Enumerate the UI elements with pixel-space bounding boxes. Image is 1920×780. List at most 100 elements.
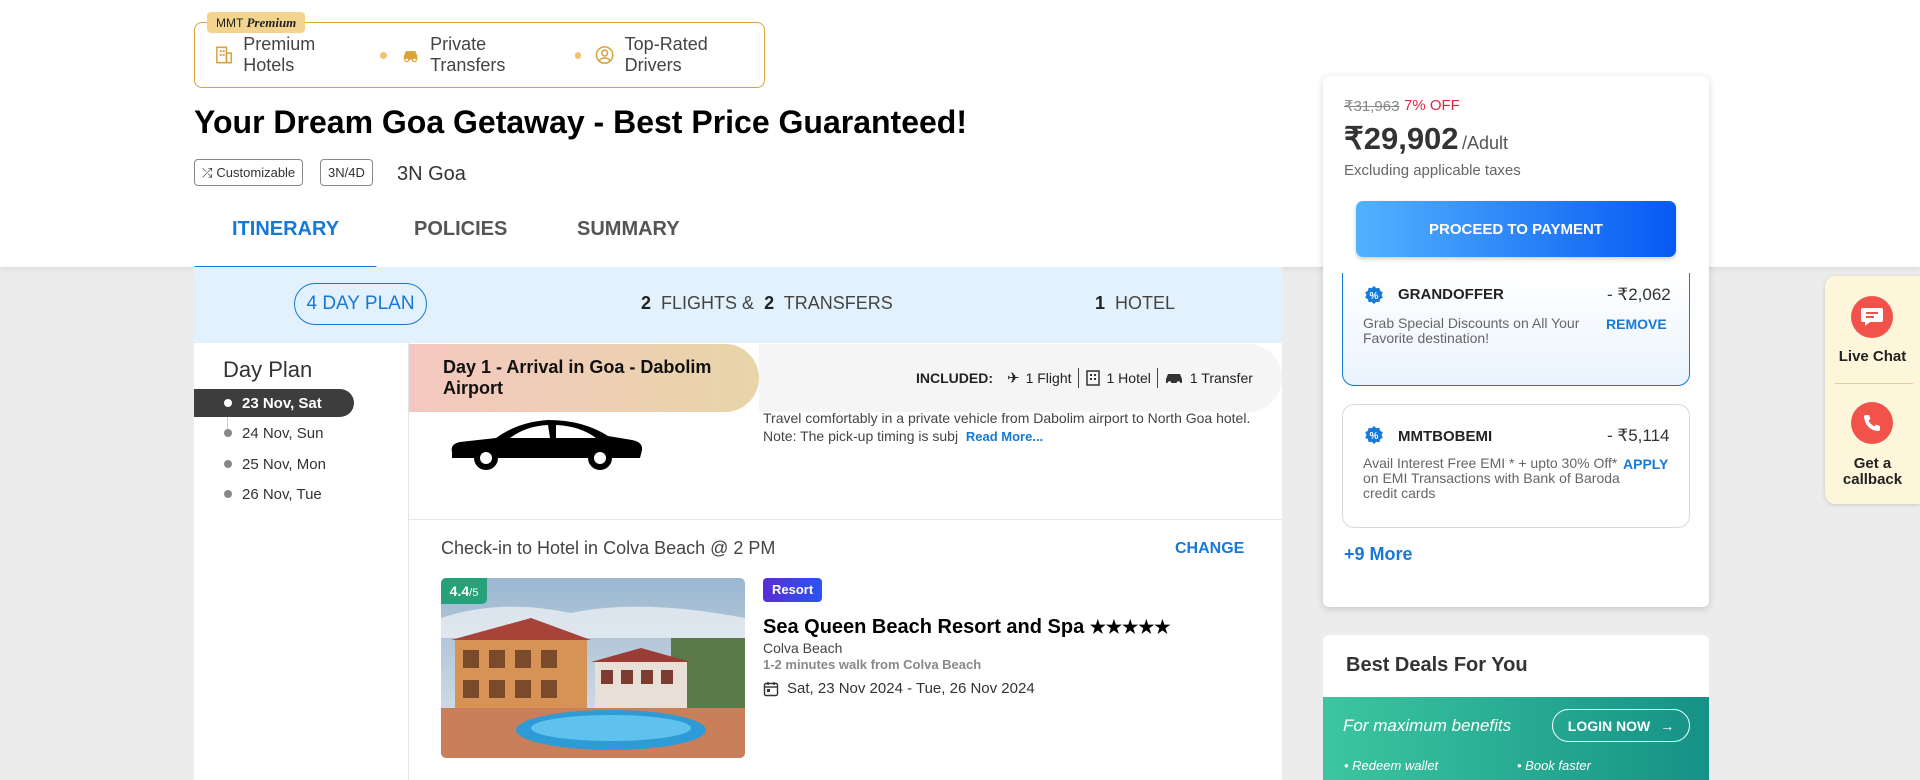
separator-dot — [380, 51, 387, 59]
tag-italic: Premium — [246, 15, 297, 30]
day-dot-active — [224, 399, 232, 407]
change-hotel-button[interactable]: CHANGE — [1175, 540, 1244, 558]
tab-itinerary[interactable]: ITINERARY — [232, 218, 339, 272]
more-coupons-link[interactable]: +9 More — [1344, 544, 1413, 565]
included-hotel: 1 Hotel — [1106, 370, 1151, 386]
tab-summary[interactable]: SUMMARY — [577, 218, 680, 272]
svg-text:%: % — [1370, 291, 1379, 302]
deals-text: For maximum benefits — [1343, 716, 1512, 735]
package-title: Your Dream Goa Getaway - Best Price Guar… — [194, 104, 967, 140]
included-summary: INCLUDED: ✈ 1 Flight 1 Hotel 1 Transfer — [916, 368, 1253, 388]
included-flight: 1 Flight — [1025, 370, 1072, 386]
hotel-name[interactable]: Sea Queen Beach Resort and Spa ★★★★★ — [763, 616, 1170, 639]
day-item-4[interactable]: 26 Nov, Tue — [194, 480, 354, 508]
resort-tag: Resort — [763, 578, 823, 602]
read-more-link[interactable]: Read More... — [966, 429, 1043, 444]
chip-label: 3N/4D — [328, 165, 365, 180]
final-price: ₹29,902 — [1344, 121, 1459, 156]
car-icon — [1165, 374, 1182, 385]
building-icon — [216, 46, 233, 64]
hotel-count: 1 — [1095, 293, 1106, 313]
live-chat-label[interactable]: Live Chat — [1825, 349, 1920, 365]
day-plan-label: DAY PLAN — [322, 293, 415, 314]
tab-label: ITINERARY — [232, 218, 340, 240]
dates-text: Sat, 23 Nov 2024 - Tue, 26 Nov 2024 — [787, 680, 1035, 697]
rating-suffix: /5 — [469, 587, 479, 599]
day-dot — [224, 490, 232, 498]
coupon-code: GRANDOFFER — [1398, 286, 1504, 303]
feature-label: Top-Rated Drivers — [624, 34, 708, 75]
divider — [1156, 368, 1158, 388]
divider — [1077, 368, 1079, 388]
destination-summary: 3N Goa — [397, 163, 466, 185]
hotel-photo[interactable] — [441, 578, 745, 758]
day-plan-pill[interactable]: 4 DAY PLAN — [294, 283, 427, 325]
coupon-description: Grab Special Discounts on All Your Favor… — [1363, 315, 1580, 346]
shuffle-icon: ⤮ — [202, 165, 213, 180]
callback-icon[interactable] — [1851, 402, 1893, 444]
flights-count: 2 — [641, 293, 652, 313]
hotel-icon — [1085, 370, 1100, 386]
hotel-summary[interactable]: 1 HOTEL — [1095, 293, 1175, 314]
flights-label: FLIGHTS & — [661, 293, 755, 313]
day-item-2[interactable]: 24 Nov, Sun — [194, 419, 354, 447]
feature-premium-hotels: Premium Hotels — [214, 34, 366, 76]
day-plan-title: Day Plan — [223, 357, 313, 382]
offer-badge-icon: % — [1365, 426, 1383, 444]
tax-note: Excluding applicable taxes — [1344, 162, 1521, 179]
customizable-chip: ⤮ Customizable — [194, 159, 304, 186]
login-now-button[interactable]: LOGIN NOW → — [1552, 709, 1690, 742]
day-count: 4 — [306, 293, 318, 314]
duration-chip: 3N/4D — [320, 159, 373, 186]
day-item-3[interactable]: 25 Nov, Mon — [194, 450, 354, 478]
tab-policies[interactable]: POLICIES — [414, 218, 507, 272]
mmt-premium-tag: MMT Premium — [207, 12, 306, 33]
tag-prefix: MMT — [216, 16, 244, 30]
coupon-description: Avail Interest Free EMI * + upto 30% Off… — [1363, 455, 1620, 501]
rating-value: 4.4 — [449, 583, 470, 599]
arrow-right-icon: → — [1660, 717, 1675, 734]
feature-label: Private Transfers — [430, 34, 506, 75]
feature-private-transfers: Private Transfers — [401, 34, 561, 76]
chat-bubble-icon — [1861, 308, 1883, 326]
day-label: 24 Nov, Sun — [242, 424, 324, 442]
deal-bullet: • Book faster — [1517, 758, 1591, 773]
hotel-rating-badge: 4.4/5 — [441, 578, 487, 604]
transfers-label: TRANSFERS — [783, 293, 893, 313]
remove-coupon-button[interactable]: REMOVE — [1606, 316, 1667, 332]
included-transfer: 1 Transfer — [1189, 370, 1253, 386]
get-callback-label[interactable]: Get a callback — [1825, 456, 1920, 488]
sedan-car-image — [451, 420, 643, 470]
login-label: LOGIN NOW — [1567, 717, 1651, 734]
day-label: 26 Nov, Tue — [242, 485, 322, 503]
offer-badge-icon: % — [1365, 286, 1383, 304]
included-label: INCLUDED: — [916, 370, 993, 386]
car-icon — [403, 51, 418, 63]
driver-icon — [596, 46, 614, 64]
day1-title: Day 1 - Arrival in Goa - Dabolim Airport — [443, 357, 712, 398]
separator-dot — [574, 51, 582, 59]
apply-coupon-button[interactable]: APPLY — [1623, 456, 1668, 472]
calendar-icon — [763, 681, 779, 696]
coupon-amount: - ₹5,114 — [1607, 426, 1670, 445]
price-unit: /Adult — [1462, 133, 1509, 153]
hotel-walk-distance: 1-2 minutes walk from Colva Beach — [763, 657, 982, 672]
feature-top-rated-drivers: Top-Rated Drivers — [595, 34, 764, 76]
hotel-stay-dates: Sat, 23 Nov 2024 - Tue, 26 Nov 2024 — [763, 680, 1035, 697]
day-item-1[interactable]: 23 Nov, Sat — [194, 389, 354, 417]
bullet-text: Redeem wallet — [1352, 758, 1439, 773]
day1-banner: Day 1 - Arrival in Goa - Dabolim Airport — [409, 344, 759, 412]
flights-transfers-summary[interactable]: 2 FLIGHTS & 2 TRANSFERS — [641, 293, 893, 314]
day-label: 25 Nov, Mon — [242, 455, 326, 473]
proceed-to-payment-button[interactable]: PROCEED TO PAYMENT — [1356, 201, 1676, 257]
original-price: ₹31,963 — [1344, 98, 1400, 115]
live-chat-icon[interactable] — [1851, 296, 1893, 338]
transfers-count: 2 — [764, 293, 775, 313]
day-label: 23 Nov, Sat — [242, 394, 322, 412]
feature-label: Premium Hotels — [243, 34, 316, 75]
phone-icon — [1864, 415, 1880, 431]
hotel-location: Colva Beach — [763, 640, 843, 656]
coupon-code: MMTBOBEMI — [1398, 428, 1493, 445]
tab-label: SUMMARY — [577, 218, 680, 240]
coupon-amount: - ₹2,062 — [1607, 285, 1671, 304]
